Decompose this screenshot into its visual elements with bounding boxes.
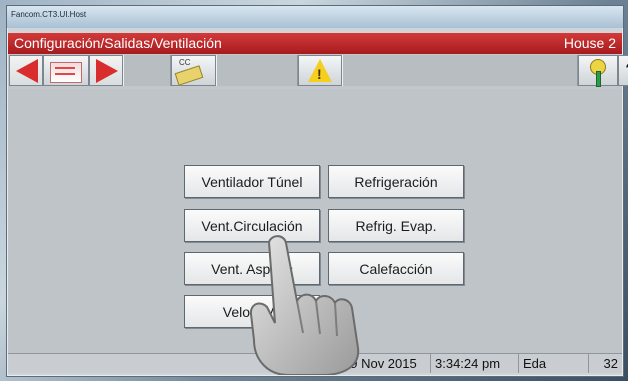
list-button[interactable] <box>43 55 89 86</box>
warning-mark: ! <box>317 66 322 82</box>
toolbar-spacer <box>216 55 298 86</box>
access-button[interactable] <box>578 55 618 87</box>
forward-button[interactable] <box>89 55 123 86</box>
tunnel-fan-button[interactable]: Ventilador Túnel <box>184 165 320 198</box>
back-button[interactable] <box>9 55 43 86</box>
house-label: House 2 <box>563 35 616 51</box>
card-icon <box>174 65 204 86</box>
pointing-hand-image <box>249 235 360 375</box>
cooling-button[interactable]: Refrigeración <box>328 165 464 198</box>
left-arrow-icon <box>16 59 38 83</box>
status-label: Eda <box>518 354 588 373</box>
list-icon <box>50 62 82 83</box>
alarm-button[interactable]: ! <box>298 55 342 86</box>
window-titlebar: Fancom.CT3.UI.Host <box>7 6 623 28</box>
header-bar: Configuración/Salidas/Ventilación House … <box>8 33 622 54</box>
help-button[interactable]: ? <box>618 55 628 86</box>
right-arrow-icon <box>96 59 118 83</box>
status-value: 32 <box>588 354 622 373</box>
cc-button[interactable]: CC <box>171 55 216 86</box>
toolbar-spacer <box>123 55 171 86</box>
breadcrumb-path: Configuración/Salidas/Ventilación <box>14 35 222 51</box>
toolbar: CC ! ? <box>8 54 628 90</box>
key-icon <box>590 59 606 87</box>
toolbar-spacer <box>342 55 578 86</box>
window-title: Fancom.CT3.UI.Host <box>11 10 87 19</box>
cc-label: CC <box>179 58 191 67</box>
status-time: 3:34:24 pm <box>430 354 518 373</box>
